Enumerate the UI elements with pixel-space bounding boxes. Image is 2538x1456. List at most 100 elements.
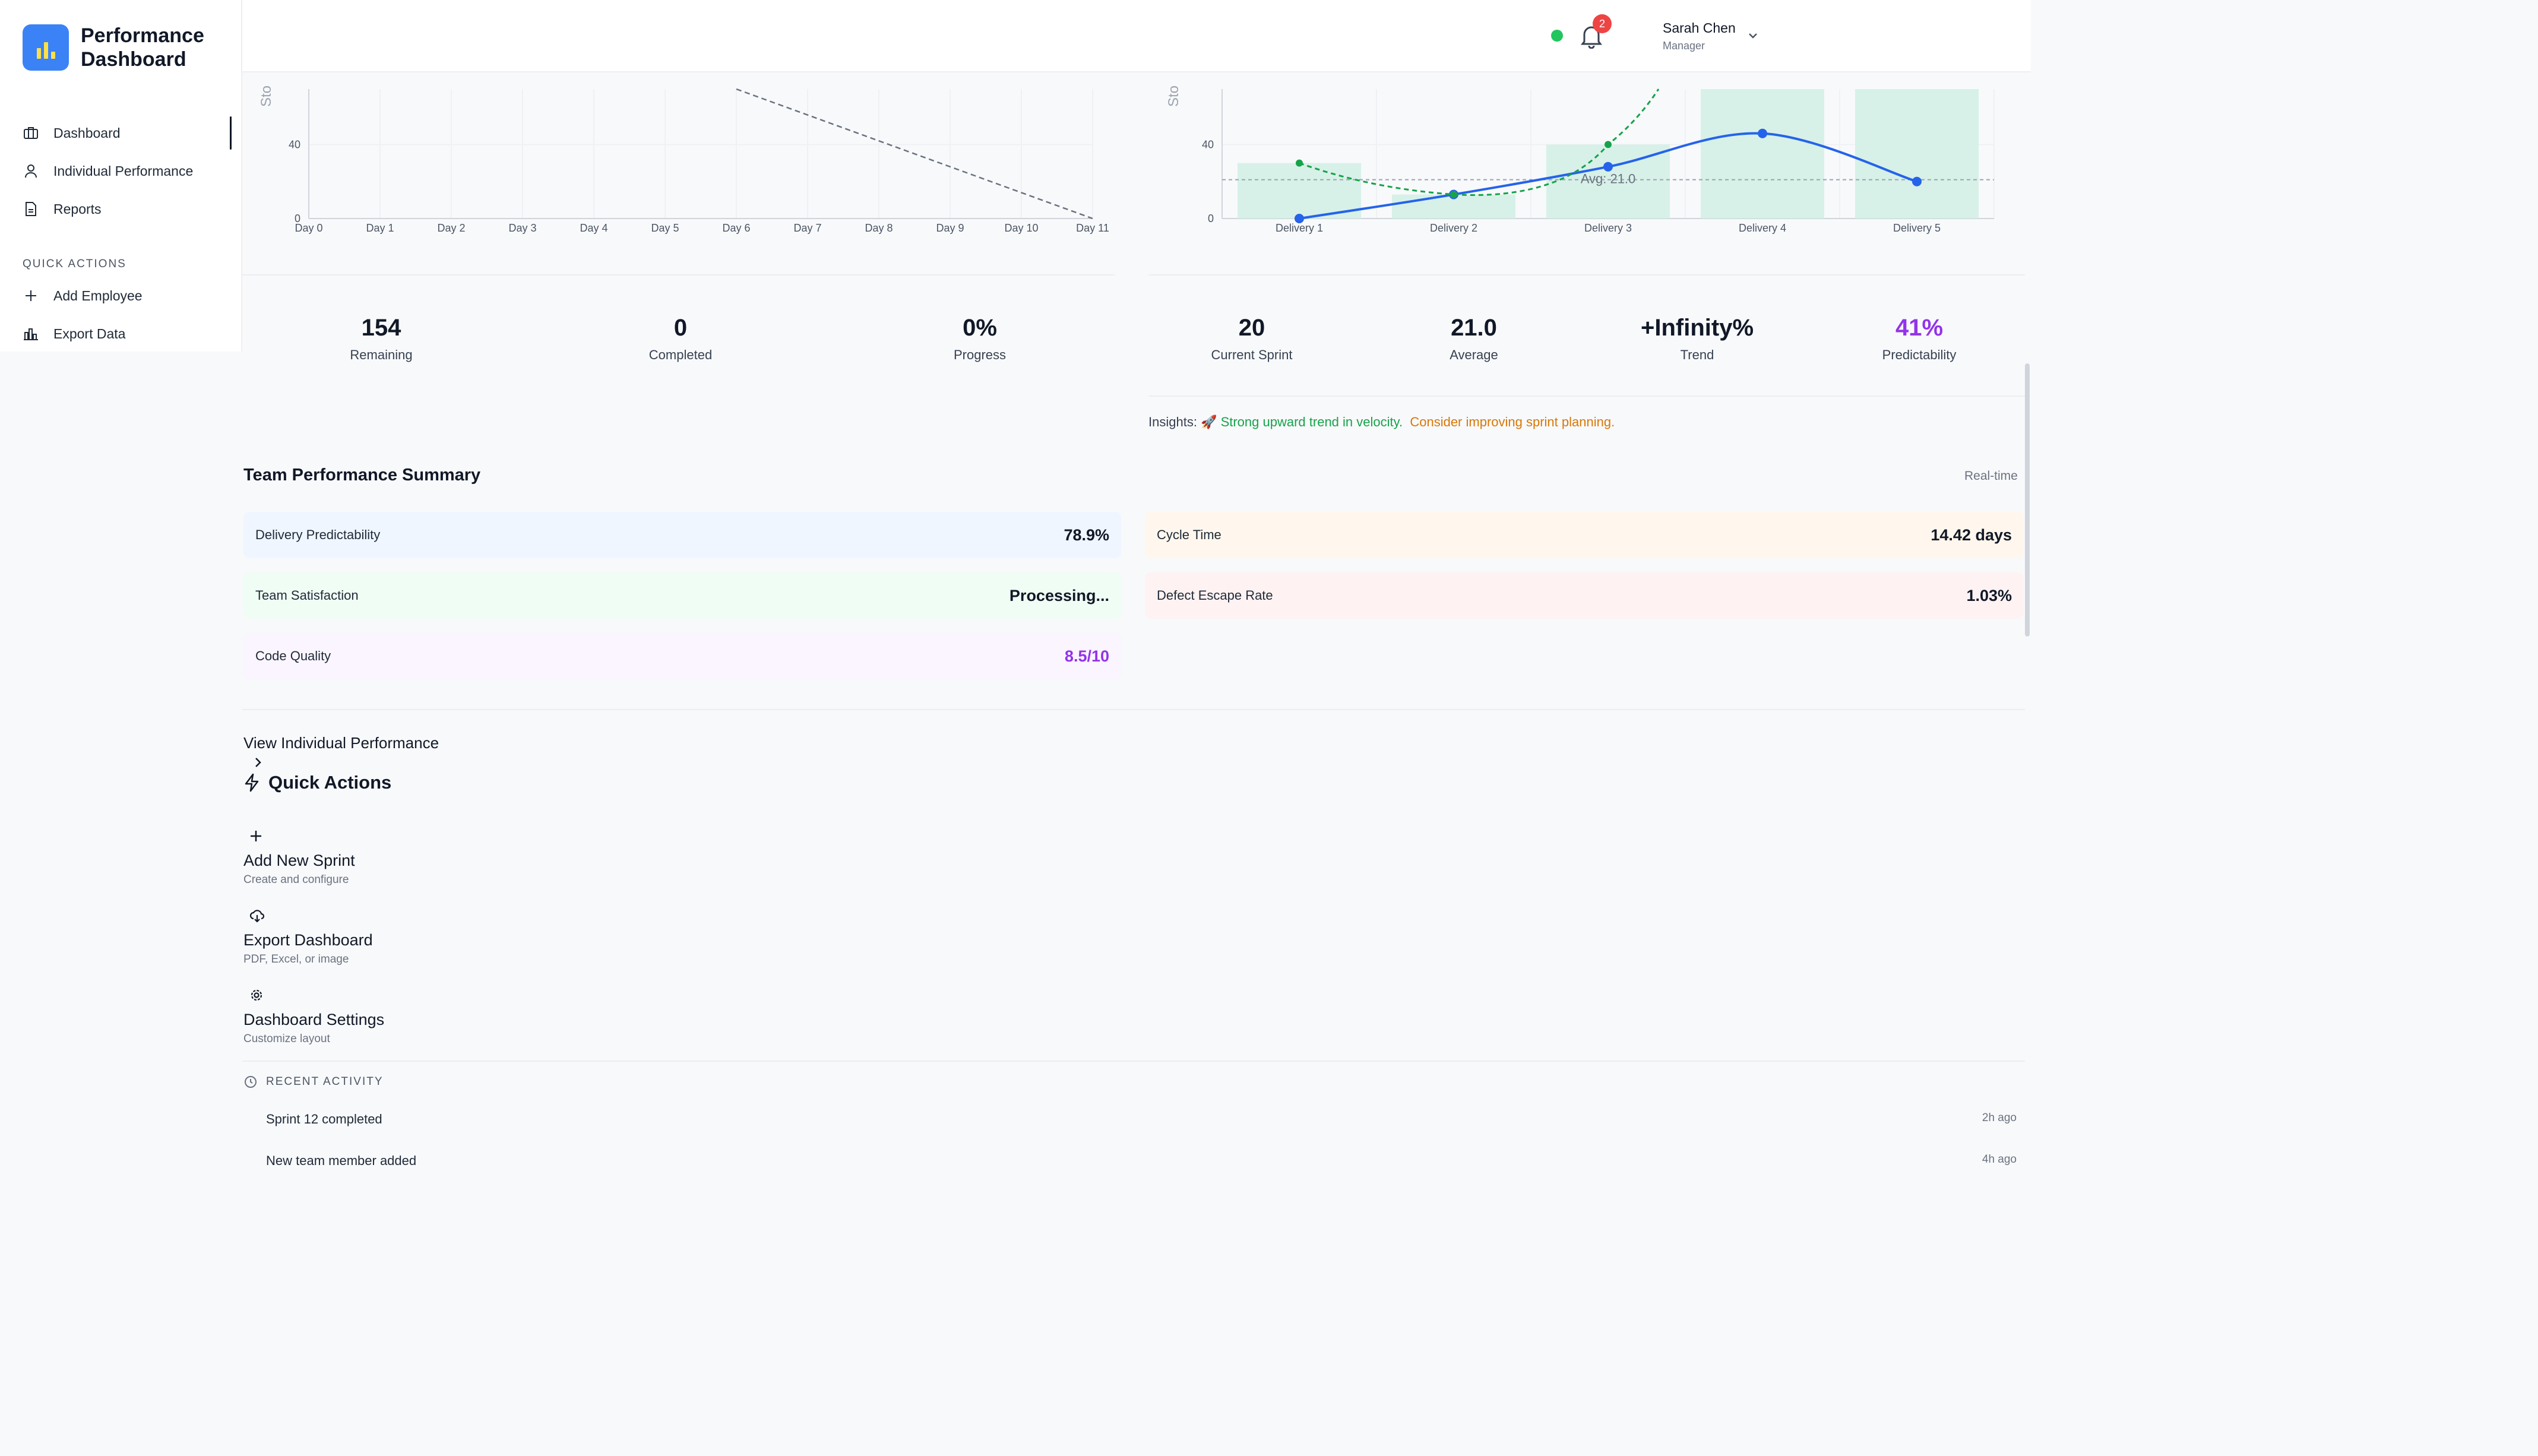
export-dashboard-button[interactable]: Export Dashboard PDF, Excel, or image bbox=[243, 904, 373, 966]
quick-actions-title: Quick Actions bbox=[243, 772, 391, 793]
insight-warning: Consider improving sprint planning. bbox=[1410, 414, 1615, 429]
velocity-bar bbox=[1238, 163, 1361, 219]
stat-label: Current Sprint bbox=[1211, 347, 1293, 362]
online-status-icon bbox=[1551, 30, 1563, 42]
realtime-label: Real-time bbox=[1964, 469, 2018, 483]
ideal-burndown-line bbox=[736, 88, 1093, 220]
stat-value: +Infinity% bbox=[1640, 315, 1754, 341]
x-tick-label: Delivery 2 bbox=[1430, 222, 1477, 234]
metric-team-satisfaction: Team Satisfaction Processing... bbox=[243, 572, 1121, 619]
clock-icon bbox=[245, 1076, 257, 1088]
velocity-point bbox=[1295, 214, 1304, 223]
insight-positive: 🚀 Strong upward trend in velocity. bbox=[1201, 414, 1403, 429]
user-role: Manager bbox=[1663, 40, 1705, 52]
sidebar-item-label: Add Employee bbox=[53, 287, 143, 303]
metric-value: 1.03% bbox=[1966, 586, 2012, 604]
divider bbox=[242, 274, 1115, 276]
velocity-point bbox=[1758, 128, 1767, 138]
sidebar-item-individual-performance[interactable]: Individual Performance bbox=[0, 154, 232, 188]
sidebar-item-label: Reports bbox=[53, 201, 102, 217]
activity-item: Sprint 12 completed 2h ago bbox=[266, 1112, 2017, 1127]
x-tick-label: Day 0 bbox=[295, 222, 322, 234]
stat-value: 41% bbox=[1895, 315, 1944, 341]
bar-chart-icon bbox=[23, 325, 39, 342]
activity-time: 2h ago bbox=[1982, 1112, 2017, 1124]
recent-activity-heading: RECENT ACTIVITY bbox=[243, 1075, 384, 1089]
x-tick-label: Day 8 bbox=[865, 222, 893, 234]
sidebar-add-employee[interactable]: Add Employee bbox=[0, 279, 232, 312]
forecast-point bbox=[1605, 141, 1612, 148]
sidebar-item-label: Export Data bbox=[53, 325, 126, 341]
sidebar-nav: Dashboard Individual Performance Reports bbox=[0, 116, 232, 230]
x-tick-label: Day 10 bbox=[1004, 222, 1038, 234]
velocity-point bbox=[1912, 176, 1922, 186]
divider bbox=[242, 709, 2025, 710]
chevron-down-icon[interactable] bbox=[1746, 30, 1760, 42]
recent-activity-heading-text: RECENT ACTIVITY bbox=[266, 1075, 384, 1088]
x-tick-label: Day 4 bbox=[580, 222, 607, 234]
sidebar-export-data[interactable]: Export Data bbox=[0, 317, 232, 350]
stat-label: Remaining bbox=[350, 347, 413, 362]
x-tick-label: Day 3 bbox=[508, 222, 536, 234]
y-tick-label: 40 bbox=[289, 138, 300, 150]
forecast-point bbox=[1450, 191, 1457, 198]
metric-label: Delivery Predictability bbox=[255, 527, 381, 542]
velocity-insights: Insights: 🚀 Strong upward trend in veloc… bbox=[1148, 414, 1615, 430]
stat-value: 0 bbox=[673, 315, 688, 341]
metric-value: 78.9% bbox=[1064, 526, 1109, 544]
quick-actions-heading: QUICK ACTIONS bbox=[23, 258, 126, 270]
document-icon bbox=[23, 201, 39, 217]
y-tick-label: 40 bbox=[1202, 138, 1214, 150]
x-tick-label: Day 1 bbox=[366, 222, 394, 234]
dashboard-settings-button[interactable]: Dashboard Settings Customize layout bbox=[243, 983, 384, 1046]
team-summary-title: Team Performance Summary bbox=[243, 466, 481, 485]
x-tick-label: Day 9 bbox=[936, 222, 964, 234]
add-new-sprint-button[interactable]: Add New Sprint Create and configure bbox=[243, 824, 355, 887]
metric-cycle-time: Cycle Time 14.42 days bbox=[1145, 512, 2024, 558]
forecast-point bbox=[1296, 159, 1303, 167]
card-subtitle: Customize layout bbox=[243, 1033, 330, 1045]
stat-progress: 0% Progress bbox=[891, 315, 1069, 363]
user-menu[interactable]: Sarah Chen Manager bbox=[1663, 20, 1736, 52]
stat-predictability: 41% Predictability bbox=[1830, 315, 2008, 363]
velocity-bar bbox=[1701, 89, 1824, 219]
sidebar-item-dashboard[interactable]: Dashboard bbox=[0, 116, 232, 150]
metric-value: 8.5/10 bbox=[1064, 647, 1109, 665]
velocity-bar bbox=[1855, 89, 1979, 219]
x-tick-label: Delivery 3 bbox=[1584, 222, 1632, 234]
y-axis-label: Sto bbox=[1166, 86, 1182, 107]
brand[interactable]: Performance Dashboard bbox=[23, 24, 235, 71]
stat-trend: +Infinity% Trend bbox=[1608, 315, 1786, 363]
velocity-point bbox=[1603, 162, 1613, 172]
metric-code-quality: Code Quality 8.5/10 bbox=[243, 633, 1121, 679]
divider bbox=[1148, 274, 2025, 276]
card-subtitle: PDF, Excel, or image bbox=[243, 953, 349, 966]
chevron-right-icon[interactable] bbox=[252, 755, 264, 770]
metric-value: 14.42 days bbox=[1931, 526, 2012, 544]
stat-value: 21.0 bbox=[1451, 315, 1497, 341]
stat-label: Progress bbox=[953, 347, 1007, 362]
quick-actions-title-text: Quick Actions bbox=[268, 772, 392, 793]
sidebar-item-reports[interactable]: Reports bbox=[0, 192, 232, 226]
burndown-chart-svg: 040Day 0 Day 1 Day 2 Day 3 Day 4 Day 5 Day 6 Da… bbox=[258, 86, 1109, 234]
scroll-clip bbox=[242, 1167, 2031, 1191]
velocity-chart-svg: 0 40 Delivery 1 Delivery 2 Delivery 3 Deliver… bbox=[1166, 86, 1995, 234]
x-tick-label: Delivery 5 bbox=[1893, 222, 1941, 234]
scrollbar[interactable] bbox=[2025, 363, 2030, 637]
y-tick-label: 0 bbox=[1208, 213, 1214, 224]
metric-value: Processing... bbox=[1009, 586, 1109, 604]
burndown-chart: 0 40 Day 0 Day 1 Day 2 Day 3 Day 4 Day 5 Day 6 Da… bbox=[249, 83, 1116, 243]
sidebar-item-label: Dashboard bbox=[53, 125, 121, 141]
activity-text: Sprint 12 completed bbox=[266, 1112, 382, 1126]
card-title: Add New Sprint bbox=[243, 852, 355, 869]
plus-icon bbox=[23, 287, 39, 304]
velocity-chart: 0 40 Delivery 1 Delivery 2 Delivery 3 Deliver… bbox=[1157, 83, 2000, 243]
top-bar bbox=[242, 0, 2031, 72]
metric-label: Team Satisfaction bbox=[255, 588, 359, 603]
metric-label: Code Quality bbox=[255, 648, 331, 663]
x-tick-label: Day 11 bbox=[1076, 222, 1109, 234]
view-individual-performance-link[interactable]: View Individual Performance bbox=[243, 734, 439, 752]
lightning-icon bbox=[245, 773, 259, 792]
x-tick-label: Day 2 bbox=[437, 222, 465, 234]
sidebar: Performance Dashboard Dashboard Individu… bbox=[0, 0, 242, 352]
